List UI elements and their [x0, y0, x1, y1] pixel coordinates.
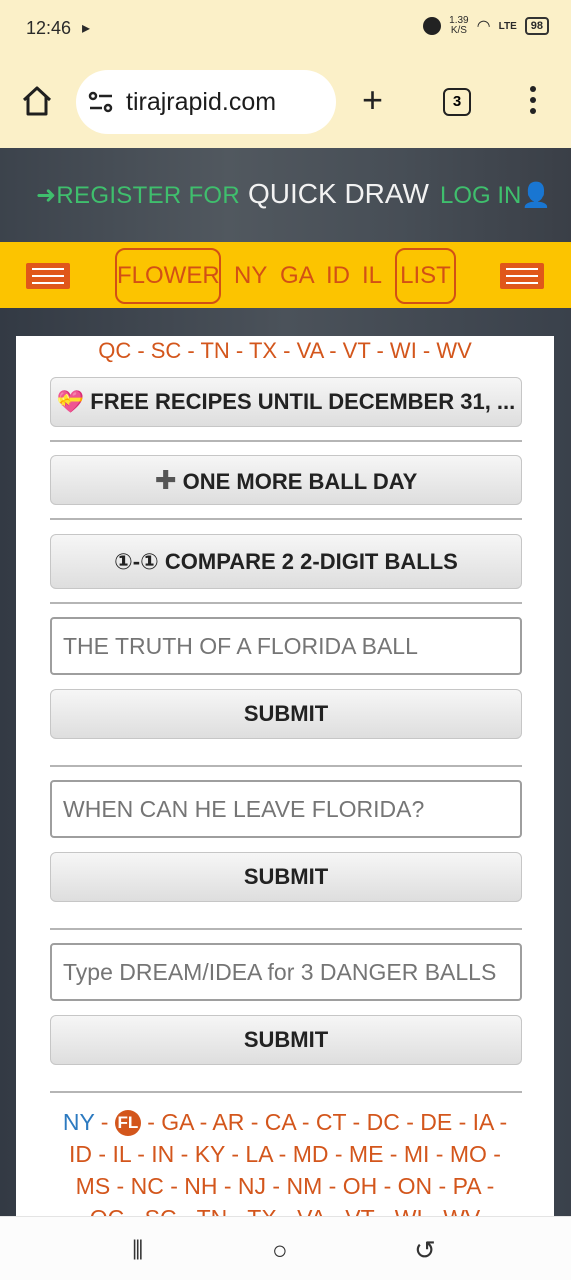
- battery-icon: 98: [524, 17, 549, 35]
- nav-list[interactable]: LIST: [395, 248, 456, 304]
- site-settings-icon[interactable]: [88, 90, 114, 114]
- home-circle-icon[interactable]: ○: [272, 1235, 288, 1266]
- home-icon[interactable]: [20, 84, 54, 118]
- states-line-3[interactable]: MS - NC - NH - NJ - NM - OH - ON - PA -: [54, 1170, 516, 1202]
- wifi-icon: ◠: [476, 18, 491, 35]
- browser-chrome: 12:46 ▸ 1.39 K/S ◠ LTE 98 tirajrapid.com …: [0, 0, 571, 148]
- nav-item-il[interactable]: IL: [362, 262, 382, 290]
- states-line-4[interactable]: QC - SC - TN - TX - VA - VT - WI - WV: [54, 1202, 516, 1216]
- address-bar[interactable]: tirajrapid.com: [76, 70, 336, 134]
- nav-item-ny[interactable]: NY: [234, 262, 267, 290]
- system-nav-bar: ⦀ ○ ↺: [0, 1216, 571, 1280]
- nav-flower[interactable]: FLOWER: [115, 248, 221, 304]
- right-menu-icon[interactable]: [500, 263, 544, 289]
- divider: [50, 440, 522, 442]
- status-time: 12:46: [26, 18, 72, 38]
- divider: [50, 928, 522, 930]
- florida-truth-input[interactable]: [50, 617, 522, 675]
- site-header: ➜REGISTER FOR QUICK DRAW LOG IN👤: [0, 148, 571, 242]
- compare-balls-button[interactable]: ①-① COMPARE 2 2-DIGIT BALLS: [50, 534, 522, 589]
- dream-idea-input[interactable]: [50, 943, 522, 1001]
- content-panel: QC - SC - TN - TX - VA - VT - WI - WV 💝 …: [16, 336, 554, 1216]
- net-speed: 1.39 K/S: [449, 15, 469, 36]
- nav-bar: FLOWER NY GA ID IL LIST: [0, 242, 571, 308]
- states-line-1[interactable]: NY - FL - GA - AR - CA - CT - DC - DE - …: [54, 1106, 516, 1138]
- url-row: tirajrapid.com + 3: [0, 68, 571, 134]
- submit-button-3[interactable]: SUBMIT: [50, 1015, 522, 1065]
- more-menu-icon[interactable]: [522, 86, 544, 116]
- back-icon[interactable]: ↺: [414, 1235, 436, 1266]
- one-more-ball-day-button[interactable]: ✚ ONE MORE BALL DAY: [50, 455, 522, 505]
- heart-gift-icon: 💝: [56, 389, 85, 414]
- submit-button-2[interactable]: SUBMIT: [50, 852, 522, 902]
- alarm-icon: [423, 17, 442, 35]
- state-ny-link[interactable]: NY: [63, 1109, 95, 1135]
- site-title[interactable]: QUICK DRAW: [248, 178, 429, 210]
- free-recipes-button[interactable]: 💝 FREE RECIPES UNTIL DECEMBER 31, ...: [50, 377, 522, 427]
- plus-icon: ✚: [154, 465, 177, 495]
- nav-item-ga[interactable]: GA: [280, 262, 315, 290]
- nav-item-id[interactable]: ID: [326, 262, 350, 290]
- divider: [50, 1091, 522, 1093]
- states-line-2[interactable]: ID - IL - IN - KY - LA - MD - ME - MI - …: [54, 1138, 516, 1170]
- login-link[interactable]: LOG IN👤: [440, 181, 551, 210]
- left-menu-icon[interactable]: [26, 263, 70, 289]
- lte-signal: LTE: [498, 20, 517, 32]
- leave-florida-input[interactable]: [50, 780, 522, 838]
- status-bar: 12:46 ▸ 1.39 K/S ◠ LTE 98: [0, 0, 571, 58]
- new-tab-icon[interactable]: +: [362, 82, 383, 118]
- register-link[interactable]: ➜REGISTER FOR: [36, 181, 240, 210]
- divider: [50, 518, 522, 520]
- states-list-bottom: NY - FL - GA - AR - CA - CT - DC - DE - …: [54, 1106, 516, 1216]
- status-icons: 1.39 K/S ◠ LTE 98: [423, 16, 549, 36]
- state-fl-badge[interactable]: FL: [114, 1110, 141, 1136]
- divider: [50, 602, 522, 604]
- divider: [50, 765, 522, 767]
- recents-icon[interactable]: ⦀: [132, 1235, 143, 1267]
- url-text[interactable]: tirajrapid.com: [126, 88, 276, 117]
- bing-icon: ▸: [82, 20, 91, 37]
- states-list-top[interactable]: QC - SC - TN - TX - VA - VT - WI - WV: [16, 338, 554, 364]
- tab-switcher-button[interactable]: 3: [443, 88, 471, 116]
- submit-button-1[interactable]: SUBMIT: [50, 689, 522, 739]
